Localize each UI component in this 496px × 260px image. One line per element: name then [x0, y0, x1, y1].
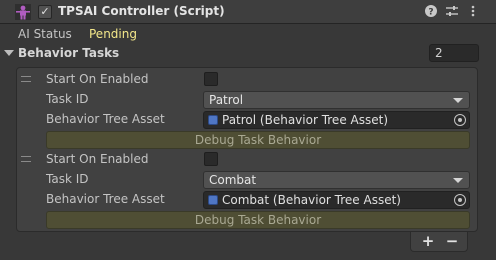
foldout-arrow-icon[interactable] [4, 50, 14, 56]
behavior-tree-asset-value: Patrol (Behavior Tree Asset) [222, 113, 388, 127]
ai-status-label: AI Status [18, 27, 72, 41]
task-id-value: Patrol [209, 93, 244, 107]
component-header[interactable]: ✓ TPSAI Controller (Script) ? [0, 0, 496, 24]
behavior-tasks-label[interactable]: Behavior Tasks [18, 46, 119, 60]
more-icon[interactable] [465, 4, 481, 20]
behavior-tree-asset-icon [208, 195, 218, 205]
start-on-enabled-checkbox[interactable] [204, 72, 218, 86]
help-icon[interactable]: ? [423, 4, 439, 20]
behavior-tree-asset-field[interactable]: Patrol (Behavior Tree Asset) [203, 111, 470, 129]
behavior-tree-asset-label: Behavior Tree Asset [46, 192, 165, 206]
add-item-button[interactable]: + [416, 232, 440, 252]
drag-handle-icon[interactable] [21, 76, 31, 82]
behavior-tasks-count-field[interactable]: 2 [429, 44, 479, 62]
object-picker-icon[interactable] [454, 194, 466, 206]
component-enabled-checkbox[interactable]: ✓ [38, 5, 52, 19]
drag-handle-icon[interactable] [21, 156, 31, 162]
chevron-down-icon [453, 98, 463, 103]
task-id-dropdown[interactable]: Patrol [203, 91, 470, 109]
behavior-tree-asset-field[interactable]: Combat (Behavior Tree Asset) [203, 191, 470, 209]
behavior-tree-asset-label: Behavior Tree Asset [46, 112, 165, 126]
behavior-tree-asset-value: Combat (Behavior Tree Asset) [222, 193, 401, 207]
task-id-value: Combat [209, 173, 257, 187]
start-on-enabled-label: Start On Enabled [46, 72, 149, 86]
preset-icon[interactable] [444, 4, 460, 20]
chevron-down-icon [453, 178, 463, 183]
component-title: TPSAI Controller (Script) [58, 4, 225, 18]
remove-item-button[interactable]: − [440, 232, 464, 252]
start-on-enabled-label: Start On Enabled [46, 152, 149, 166]
behavior-tasks-list: Start On Enabled Task ID Patrol Behavior… [16, 67, 478, 232]
task-id-dropdown[interactable]: Combat [203, 171, 470, 189]
behavior-tree-asset-icon [208, 115, 218, 125]
task-id-label: Task ID [46, 92, 89, 106]
component-icon [14, 3, 32, 21]
debug-task-behavior-button[interactable]: Debug Task Behavior [46, 131, 470, 149]
start-on-enabled-checkbox[interactable] [204, 152, 218, 166]
debug-task-behavior-button[interactable]: Debug Task Behavior [46, 211, 470, 229]
ai-status-value: Pending [89, 27, 137, 41]
object-picker-icon[interactable] [454, 114, 466, 126]
task-id-label: Task ID [46, 172, 89, 186]
svg-text:?: ? [428, 8, 433, 18]
list-footer: + − [410, 232, 468, 252]
